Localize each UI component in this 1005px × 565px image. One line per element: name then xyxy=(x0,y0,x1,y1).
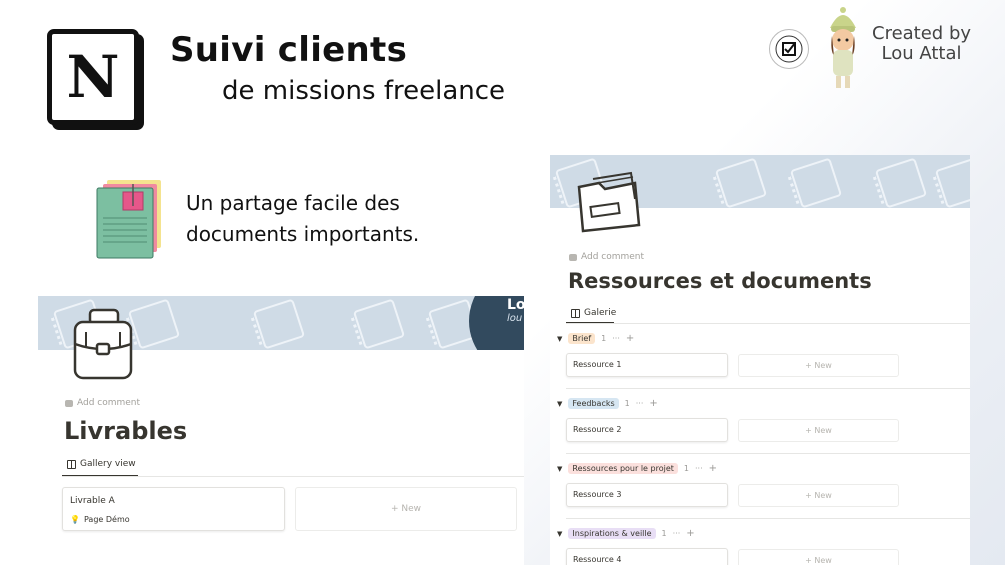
group-more-button[interactable]: ··· xyxy=(612,334,620,343)
avatar xyxy=(830,7,856,88)
group-header-ressources-projet[interactable]: ▼ Ressources pour le projet 1 ··· + xyxy=(557,463,717,474)
new-card-button[interactable]: + New xyxy=(738,354,899,377)
tab-gallery-view[interactable]: Gallery view xyxy=(67,459,136,469)
add-comment-label: Add comment xyxy=(581,252,645,262)
divider xyxy=(566,323,970,324)
new-card-button[interactable]: + New xyxy=(738,484,899,507)
group-add-button[interactable]: + xyxy=(649,398,657,409)
card-property-value: Page Démo xyxy=(83,515,130,524)
group-add-button[interactable]: + xyxy=(626,333,634,344)
new-card-button[interactable]: + New xyxy=(295,487,517,531)
group-divider xyxy=(566,388,970,389)
notebook-doodle xyxy=(352,298,406,350)
gallery-card[interactable]: Livrable A 💡 Page Démo xyxy=(62,487,285,531)
documents-illustration xyxy=(96,180,161,259)
group-more-button[interactable]: ··· xyxy=(636,399,644,408)
notion-logo: N xyxy=(47,29,139,125)
group-divider xyxy=(566,518,970,519)
group-tag: Ressources pour le projet xyxy=(568,463,678,474)
card-title: Ressource 4 xyxy=(573,555,622,564)
group-divider xyxy=(566,453,970,454)
folder-icon xyxy=(577,171,641,233)
group-count: 1 xyxy=(683,464,689,473)
divider xyxy=(62,476,524,477)
collapse-toggle-icon[interactable]: ▼ xyxy=(557,335,562,343)
tab-galerie[interactable]: Galerie xyxy=(571,308,616,318)
page-subtitle: de missions freelance xyxy=(222,76,506,106)
card-title: Ressource 2 xyxy=(573,425,622,434)
credit-line1: Created by xyxy=(872,23,972,44)
collapse-toggle-icon[interactable]: ▼ xyxy=(557,530,562,538)
gallery-card[interactable]: Ressource 3 xyxy=(566,483,728,507)
notebook-doodle xyxy=(934,157,970,208)
group-header-inspirations[interactable]: ▼ Inspirations & veille 1 ··· + xyxy=(557,528,695,539)
credit-text: Created by Lou Attal xyxy=(872,24,971,64)
gallery-card[interactable]: Ressource 1 xyxy=(566,353,728,377)
group-add-button[interactable]: + xyxy=(709,463,717,474)
notebook-doodle xyxy=(714,157,768,208)
group-add-button[interactable]: + xyxy=(686,528,694,539)
card-title: Livrable A xyxy=(70,496,115,506)
comment-icon xyxy=(65,399,73,407)
comment-icon xyxy=(569,253,577,261)
feature-line2: documents importants. xyxy=(186,222,420,246)
new-card-button[interactable]: + New xyxy=(738,549,899,565)
group-count: 1 xyxy=(624,399,630,408)
card-title: Ressource 3 xyxy=(573,490,622,499)
card-title: Ressource 1 xyxy=(573,360,622,369)
gallery-card[interactable]: Ressource 4 xyxy=(566,548,728,565)
group-more-button[interactable]: ··· xyxy=(673,529,681,538)
gallery-card[interactable]: Ressource 2 xyxy=(566,418,728,442)
gallery-icon xyxy=(67,459,76,469)
livrables-page: Lo lou Add comment Livrables Gallery vie… xyxy=(38,296,524,565)
notebook-doodle xyxy=(789,157,843,208)
group-tag: Inspirations & veille xyxy=(568,528,656,539)
feature-description: Un partage facile des documents importan… xyxy=(186,188,419,250)
group-tag: Brief xyxy=(568,333,596,344)
credit-author: Lou Attal xyxy=(881,43,962,64)
ressources-page: Add comment Ressources et documents Gale… xyxy=(550,155,970,565)
active-tab-underline xyxy=(566,322,614,323)
notion-certified-badge xyxy=(769,29,809,69)
briefcase-icon xyxy=(73,308,133,380)
group-count: 1 xyxy=(661,529,667,538)
cover-brand-title: Lo xyxy=(507,297,524,313)
ressources-title: Ressources et documents xyxy=(568,269,872,293)
card-property: 💡 Page Démo xyxy=(70,515,130,524)
group-header-feedbacks[interactable]: ▼ Feedbacks 1 ··· + xyxy=(557,398,658,409)
tab-label: Gallery view xyxy=(80,459,136,469)
notebook-doodle xyxy=(874,157,928,208)
add-comment-button[interactable]: Add comment xyxy=(65,398,140,408)
certified-check-icon xyxy=(775,35,803,63)
tab-label: Galerie xyxy=(584,308,617,318)
livrables-title: Livrables xyxy=(64,417,188,445)
collapse-toggle-icon[interactable]: ▼ xyxy=(557,400,562,408)
cover-brand-circle: Lo lou xyxy=(469,296,524,350)
notebook-doodle xyxy=(252,298,306,350)
add-comment-label: Add comment xyxy=(77,398,141,408)
notebook-doodle xyxy=(127,298,181,350)
notion-logo-letter: N xyxy=(66,43,120,111)
page-title: Suivi clients xyxy=(170,30,408,70)
group-header-brief[interactable]: ▼ Brief 1 ··· + xyxy=(557,333,634,344)
gallery-icon xyxy=(571,308,580,318)
group-more-button[interactable]: ··· xyxy=(695,464,703,473)
group-count: 1 xyxy=(601,334,607,343)
bulb-icon: 💡 xyxy=(70,515,80,524)
collapse-toggle-icon[interactable]: ▼ xyxy=(557,465,562,473)
add-comment-button[interactable]: Add comment xyxy=(569,252,644,262)
cover-brand-sub: lou xyxy=(507,313,523,324)
new-card-button[interactable]: + New xyxy=(738,419,899,442)
feature-line1: Un partage facile des xyxy=(186,191,400,215)
group-tag: Feedbacks xyxy=(568,398,619,409)
active-tab-underline xyxy=(62,475,138,476)
